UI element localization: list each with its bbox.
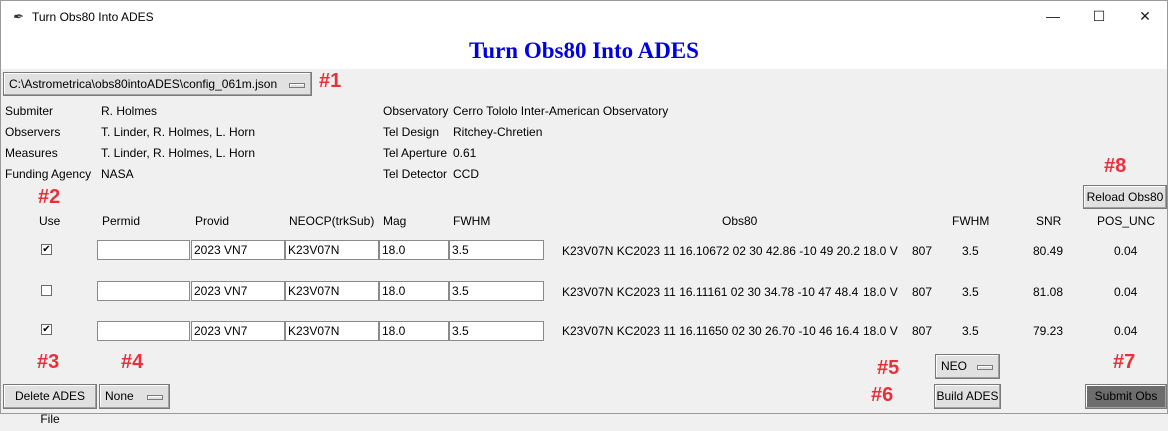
obs-code: 807 — [912, 324, 933, 338]
header-snr: SNR — [1036, 214, 1062, 228]
measurers-label: Measures — [5, 146, 58, 160]
use-checkbox[interactable]: ✔ — [41, 324, 52, 335]
header-provid: Provid — [195, 214, 230, 228]
tel-design-label: Tel Design — [383, 125, 440, 139]
header-obs80: Obs80 — [722, 214, 758, 228]
fwhm-measured: 3.5 — [962, 285, 979, 299]
provid-input[interactable]: 2023 VN7 — [191, 281, 285, 301]
measurers-value: T. Linder, R. Holmes, L. Horn — [101, 146, 256, 160]
dropdown-indicator-icon — [977, 365, 993, 370]
pos-unc-value: 0.04 — [1114, 285, 1138, 299]
observers-value: T. Linder, R. Holmes, L. Horn — [101, 125, 256, 139]
config-file-dropdown[interactable]: C:\Astrometrica\obs80intoADES\config_061… — [3, 72, 312, 96]
header-pos-unc: POS_UNC — [1097, 214, 1156, 228]
obs-code: 807 — [912, 244, 933, 258]
permid-input[interactable] — [97, 281, 190, 301]
permid-input[interactable] — [97, 240, 190, 260]
snr-value: 80.49 — [1033, 244, 1064, 258]
reload-obs80-button[interactable]: Reload Obs80 — [1083, 185, 1167, 209]
observatory-label: Observatory — [383, 104, 449, 118]
annotation-7: #7 — [1113, 351, 1136, 373]
annotation-5: #5 — [877, 357, 900, 379]
page-title: Turn Obs80 Into ADES — [469, 38, 699, 63]
use-checkbox[interactable]: ✔ — [41, 244, 52, 255]
fwhm-input[interactable]: 3.5 — [449, 240, 544, 260]
fwhm-input[interactable]: 3.5 — [449, 321, 544, 341]
mag-input[interactable]: 18.0 — [379, 240, 449, 260]
obs80-line: K23V07N KC2023 11 16.11161 02 30 34.78 -… — [562, 285, 859, 299]
permid-input[interactable] — [97, 321, 190, 341]
banner: Turn Obs80 Into ADES — [1, 32, 1167, 69]
fwhm-input[interactable]: 3.5 — [449, 281, 544, 301]
dropdown-indicator-icon — [147, 395, 163, 400]
tel-detector-label: Tel Detector — [383, 167, 448, 181]
observatory-value: Cerro Tololo Inter-American Observatory — [453, 104, 669, 118]
delete-ades-file-button[interactable]: Delete ADES File — [3, 384, 97, 426]
maximize-button[interactable]: ☐ — [1076, 1, 1122, 32]
provid-input[interactable]: 2023 VN7 — [191, 240, 285, 260]
minimize-button[interactable]: — — [1030, 1, 1076, 32]
annotation-1: #1 — [319, 70, 342, 92]
dropdown-indicator-icon — [289, 83, 305, 88]
mag-band: 18.0 V — [863, 285, 898, 299]
fwhm-measured: 3.5 — [962, 244, 979, 258]
header-permid: Permid — [102, 214, 141, 228]
submitter-label: Submiter — [5, 104, 54, 118]
app-window: ✒ Turn Obs80 Into ADES — ☐ ✕ Turn Obs80 … — [0, 0, 1168, 426]
mode-dropdown[interactable]: None — [99, 384, 170, 409]
neo-type-dropdown[interactable]: NEO — [935, 354, 1000, 379]
submit-obs-button[interactable]: Submit Obs — [1085, 384, 1167, 409]
header-fwhm: FWHM — [453, 214, 491, 228]
neocp-input[interactable]: K23V07N — [285, 240, 379, 260]
title-bar: ✒ Turn Obs80 Into ADES — ☐ ✕ — [1, 1, 1167, 32]
neo-type-value: NEO — [941, 359, 968, 373]
annotation-2: #2 — [38, 186, 61, 208]
use-checkbox[interactable] — [41, 285, 52, 296]
tel-design-value: Ritchey-Chretien — [453, 125, 543, 139]
close-button[interactable]: ✕ — [1122, 1, 1168, 32]
annotation-8: #8 — [1104, 155, 1127, 177]
mode-dropdown-value: None — [105, 389, 134, 403]
provid-input[interactable]: 2023 VN7 — [191, 321, 285, 341]
tel-detector-value: CCD — [453, 167, 479, 181]
fwhm-measured: 3.5 — [962, 324, 979, 338]
mag-band: 18.0 V — [863, 244, 898, 258]
mag-band: 18.0 V — [863, 324, 898, 338]
header-mag: Mag — [383, 214, 407, 228]
funding-agency-label: Funding Agency — [5, 167, 92, 181]
obs80-line: K23V07N KC2023 11 16.11650 02 30 26.70 -… — [562, 324, 860, 338]
window-title: Turn Obs80 Into ADES — [32, 10, 154, 24]
neocp-input[interactable]: K23V07N — [285, 281, 379, 301]
snr-value: 81.08 — [1033, 285, 1064, 299]
annotation-3: #3 — [37, 351, 60, 373]
pos-unc-value: 0.04 — [1114, 324, 1138, 338]
tel-aperture-value: 0.61 — [453, 146, 477, 160]
annotation-6: #6 — [871, 384, 894, 406]
mag-input[interactable]: 18.0 — [379, 281, 449, 301]
obs-code: 807 — [912, 285, 933, 299]
snr-value: 79.23 — [1033, 324, 1064, 338]
tel-aperture-label: Tel Aperture — [383, 146, 448, 160]
pos-unc-value: 0.04 — [1114, 244, 1138, 258]
observers-label: Observers — [5, 125, 61, 139]
neocp-input[interactable]: K23V07N — [285, 321, 379, 341]
header-fwhm-measured: FWHM — [952, 214, 990, 228]
config-file-value: C:\Astrometrica\obs80intoADES\config_061… — [9, 77, 278, 91]
header-neocp: NEOCP(trkSub) — [289, 214, 375, 228]
obs80-line: K23V07N KC2023 11 16.10672 02 30 42.86 -… — [562, 244, 861, 258]
mag-input[interactable]: 18.0 — [379, 321, 449, 341]
build-ades-button[interactable]: Build ADES — [934, 384, 1001, 409]
submitter-value: R. Holmes — [101, 104, 158, 118]
annotation-4: #4 — [121, 351, 144, 373]
feather-icon: ✒ — [12, 9, 23, 24]
header-use: Use — [39, 214, 61, 228]
funding-agency-value: NASA — [101, 167, 134, 181]
